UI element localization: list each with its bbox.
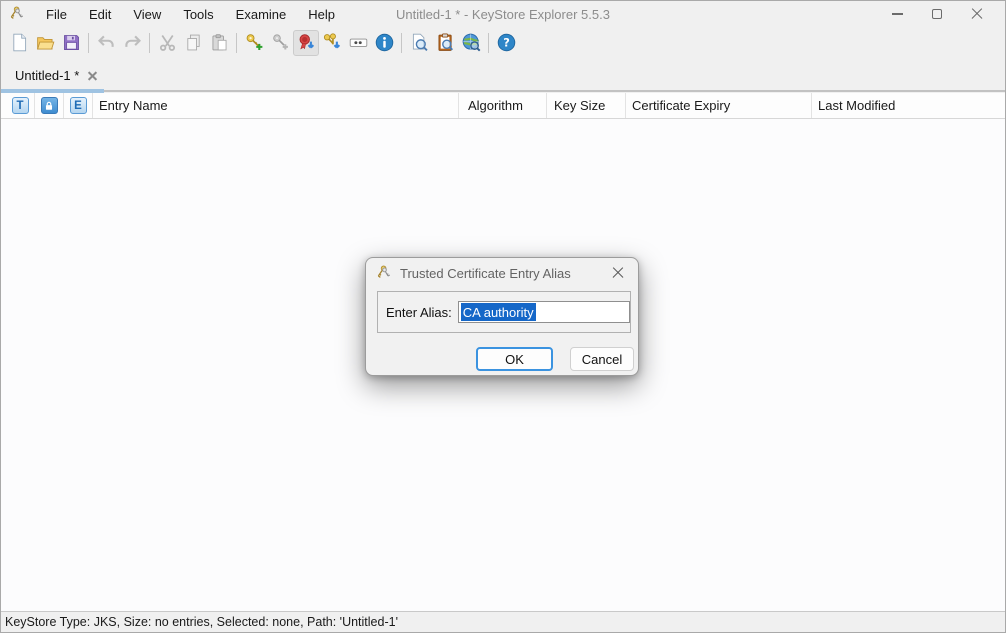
status-bar: KeyStore Type: JKS, Size: no entries, Se… (1, 611, 1005, 632)
examine-clipboard-button[interactable] (432, 30, 458, 56)
menu-file[interactable]: File (35, 1, 78, 27)
paste-button[interactable] (206, 30, 232, 56)
new-keystore-button[interactable] (6, 30, 32, 56)
dialog-titlebar[interactable]: Trusted Certificate Entry Alias (366, 258, 638, 288)
gold-keys-import-icon (322, 32, 343, 53)
column-algorithm[interactable]: Algorithm (459, 93, 547, 118)
tab-close-icon[interactable] (88, 71, 97, 80)
info-icon (374, 32, 395, 53)
help-button[interactable]: ? (493, 30, 519, 56)
active-tab-indicator (1, 89, 104, 93)
window-controls (889, 1, 1005, 27)
help-icon: ? (496, 32, 517, 53)
enter-alias-label: Enter Alias: (386, 305, 452, 320)
cut-scissors-icon (157, 32, 178, 53)
import-key-pair-button[interactable] (319, 30, 345, 56)
set-password-button[interactable] (345, 30, 371, 56)
cut-button[interactable] (154, 30, 180, 56)
minimize-icon (892, 13, 903, 15)
titlebar: File Edit View Tools Examine Help Untitl… (1, 1, 1005, 27)
keystore-explorer-window: File Edit View Tools Examine Help Untitl… (0, 0, 1006, 633)
maximize-icon (932, 9, 942, 19)
menu-help[interactable]: Help (297, 1, 346, 27)
paste-clipboard-icon (209, 32, 230, 53)
alias-group-box: Enter Alias: CA authority (377, 291, 631, 333)
examine-ssl-globe-icon (461, 32, 482, 53)
dialog-buttons: OK Cancel (476, 347, 634, 371)
svg-text:?: ? (503, 36, 510, 50)
dialog-keys-icon (375, 265, 392, 282)
ok-button[interactable]: OK (476, 347, 553, 371)
toolbar-separator (488, 33, 489, 53)
undo-button[interactable] (93, 30, 119, 56)
save-floppy-icon (61, 32, 82, 53)
column-expiry-status[interactable]: E (64, 93, 93, 118)
tab-label: Untitled-1 * (15, 68, 79, 83)
column-entry-type[interactable]: T (6, 93, 35, 118)
menubar: File Edit View Tools Examine Help (35, 1, 346, 27)
open-keystore-button[interactable] (32, 30, 58, 56)
column-certificate-expiry[interactable]: Certificate Expiry (626, 93, 812, 118)
type-column-icon: T (12, 97, 29, 114)
examine-file-icon (409, 32, 430, 53)
lock-icon (41, 97, 58, 114)
expiry-column-icon: E (70, 97, 87, 114)
toolbar-separator (149, 33, 150, 53)
new-file-icon (9, 32, 30, 53)
column-key-size[interactable]: Key Size (547, 93, 626, 118)
close-icon (971, 8, 983, 20)
red-rosette-import-icon (296, 32, 317, 53)
app-keys-icon (8, 6, 25, 23)
gold-key-plus-icon (244, 32, 265, 53)
dialog-close-icon[interactable] (612, 267, 624, 279)
menu-view[interactable]: View (122, 1, 172, 27)
properties-button[interactable] (371, 30, 397, 56)
copy-icon (183, 32, 204, 53)
status-text: KeyStore Type: JKS, Size: no entries, Se… (5, 615, 398, 629)
examine-file-button[interactable] (406, 30, 432, 56)
column-lock-status[interactable] (35, 93, 64, 118)
trusted-certificate-alias-dialog: Trusted Certificate Entry Alias Enter Al… (365, 257, 639, 376)
menu-tools[interactable]: Tools (172, 1, 224, 27)
alias-input-selected-text: CA authority (461, 303, 536, 321)
column-entry-name[interactable]: Entry Name (93, 93, 459, 118)
dialog-title: Trusted Certificate Entry Alias (400, 266, 571, 281)
toolbar-separator (236, 33, 237, 53)
generate-key-pair-button[interactable] (241, 30, 267, 56)
toolbar-separator (401, 33, 402, 53)
close-button[interactable] (969, 6, 985, 22)
gray-key-plus-icon (270, 32, 291, 53)
entries-table-header: T E Entry Name Algorithm Key Size Certif… (1, 93, 1005, 119)
minimize-button[interactable] (889, 6, 905, 22)
open-folder-icon (35, 32, 56, 53)
column-last-modified[interactable]: Last Modified (812, 93, 1005, 118)
examine-ssl-button[interactable] (458, 30, 484, 56)
tab-bar: Untitled-1 * (1, 58, 1005, 93)
cancel-button[interactable]: Cancel (570, 347, 634, 371)
toolbar-separator (88, 33, 89, 53)
menu-edit[interactable]: Edit (78, 1, 122, 27)
tab-untitled-1[interactable]: Untitled-1 * (1, 58, 104, 93)
password-dots-icon (348, 32, 369, 53)
maximize-button[interactable] (929, 6, 945, 22)
alias-input[interactable]: CA authority (458, 301, 630, 323)
redo-button[interactable] (119, 30, 145, 56)
undo-icon (96, 32, 117, 53)
import-trusted-certificate-button[interactable] (293, 30, 319, 56)
generate-secret-key-button[interactable] (267, 30, 293, 56)
toolbar: ? (1, 27, 1005, 58)
redo-icon (122, 32, 143, 53)
menu-examine[interactable]: Examine (225, 1, 298, 27)
save-keystore-button[interactable] (58, 30, 84, 56)
copy-button[interactable] (180, 30, 206, 56)
examine-clipboard-icon (435, 32, 456, 53)
